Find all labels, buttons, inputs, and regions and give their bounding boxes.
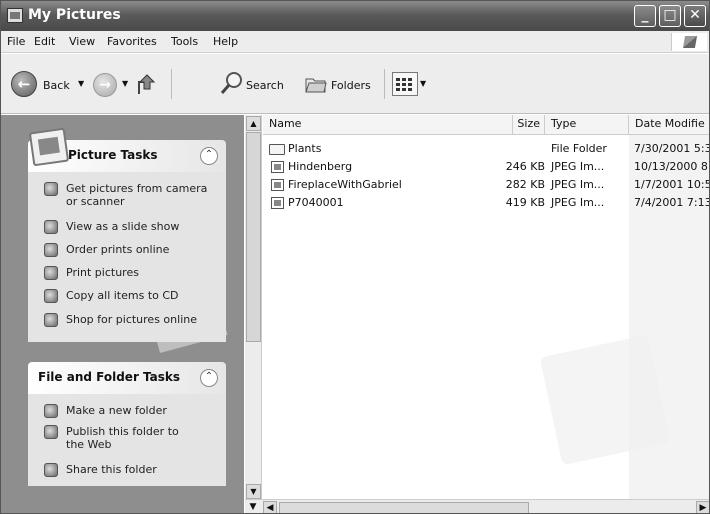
collapse-chevron-icon[interactable]: ⌃ bbox=[200, 369, 218, 387]
camera-icon bbox=[44, 182, 58, 196]
task-label: Shop for pictures online bbox=[66, 313, 197, 326]
menu-bar: File Edit View Favorites Tools Help bbox=[1, 31, 709, 53]
menu-edit[interactable]: Edit bbox=[34, 35, 55, 48]
column-header-size[interactable]: Size bbox=[513, 115, 545, 135]
scroll-down-icon[interactable]: ▼ bbox=[246, 484, 261, 499]
minimize-button[interactable]: _ bbox=[634, 5, 656, 27]
task-label: Make a new folder bbox=[66, 404, 167, 417]
item-type: JPEG Im... bbox=[551, 178, 605, 191]
task-pane: Picture Tasks ⌃ Get pictures from camera… bbox=[1, 115, 244, 513]
picture-tasks-panel: Get pictures from camera or scanner View… bbox=[28, 172, 226, 342]
folders-icon[interactable] bbox=[305, 74, 327, 94]
menu-help[interactable]: Help bbox=[213, 35, 238, 48]
item-name: FireplaceWithGabriel bbox=[288, 178, 402, 191]
task-label: Publish this folder to the Web bbox=[66, 425, 179, 451]
views-icon[interactable] bbox=[392, 72, 418, 96]
column-header-name[interactable]: Name bbox=[263, 115, 513, 135]
globe-icon bbox=[44, 425, 58, 439]
item-date: 10/13/2000 8 bbox=[634, 160, 708, 173]
picture-tasks-title: Picture Tasks bbox=[68, 148, 158, 162]
task-label: Share this folder bbox=[66, 463, 157, 476]
list-item[interactable]: FireplaceWithGabriel 282 KB JPEG Im... 1… bbox=[263, 178, 710, 193]
search-button-label[interactable]: Search bbox=[246, 79, 284, 92]
item-type: File Folder bbox=[551, 142, 607, 155]
scroll-right-icon[interactable]: ▶ bbox=[696, 501, 709, 513]
column-header-type[interactable]: Type bbox=[545, 115, 629, 135]
folder-icon bbox=[269, 144, 285, 155]
column-header-date[interactable]: Date Modifie bbox=[629, 115, 709, 135]
picture-tasks-header[interactable]: Picture Tasks ⌃ bbox=[28, 127, 226, 172]
toolbar: ← Back ▼ → ▼ Search Folders ▼ bbox=[1, 54, 709, 114]
windows-logo-icon bbox=[671, 33, 707, 51]
order-prints-icon bbox=[44, 243, 58, 257]
file-folder-tasks-title: File and Folder Tasks bbox=[38, 370, 181, 384]
item-name: Hindenberg bbox=[288, 160, 353, 173]
search-icon[interactable] bbox=[220, 71, 244, 95]
menu-tools[interactable]: Tools bbox=[171, 35, 198, 48]
item-name: P7040001 bbox=[288, 196, 344, 209]
forward-dropdown-icon[interactable]: ▼ bbox=[122, 79, 128, 88]
jpeg-file-icon bbox=[271, 179, 284, 191]
close-button[interactable]: ✕ bbox=[684, 5, 706, 27]
title-bar[interactable]: My Pictures _ □ ✕ bbox=[1, 1, 709, 31]
jpeg-file-icon bbox=[271, 197, 284, 209]
item-size: 419 KB bbox=[505, 196, 545, 209]
menu-file[interactable]: File bbox=[7, 35, 25, 48]
picture-tasks-icon bbox=[28, 127, 70, 167]
folders-button-label[interactable]: Folders bbox=[331, 79, 371, 92]
folder-up-icon[interactable] bbox=[136, 72, 158, 96]
item-type: JPEG Im... bbox=[551, 196, 605, 209]
task-label: Order prints online bbox=[66, 243, 170, 256]
item-size: 246 KB bbox=[505, 160, 545, 173]
list-item[interactable]: Hindenberg 246 KB JPEG Im... 10/13/2000 … bbox=[263, 160, 709, 175]
cd-icon bbox=[44, 289, 58, 303]
scroll-thumb[interactable] bbox=[246, 132, 261, 342]
slideshow-icon bbox=[44, 220, 58, 234]
menu-favorites[interactable]: Favorites bbox=[107, 35, 157, 48]
horizontal-scrollbar[interactable]: ▼ ◀ ▶ bbox=[245, 499, 709, 513]
item-size: 282 KB bbox=[505, 178, 545, 191]
item-type: JPEG Im... bbox=[551, 160, 605, 173]
forward-arrow-icon[interactable]: → bbox=[93, 73, 117, 97]
task-label: Get pictures from camera or scanner bbox=[66, 182, 208, 208]
file-list-view[interactable]: ▲ ▼ Name Size Type Date Modifie Plants F… bbox=[245, 115, 710, 513]
file-folder-tasks-panel: Make a new folder Publish this folder to… bbox=[28, 394, 226, 486]
task-label: View as a slide show bbox=[66, 220, 180, 233]
maximize-button[interactable]: □ bbox=[659, 5, 681, 27]
menu-view[interactable]: View bbox=[69, 35, 95, 48]
share-folder-icon bbox=[44, 463, 58, 477]
window-title: My Pictures bbox=[28, 7, 121, 23]
toolbar-separator bbox=[384, 69, 385, 99]
item-name: Plants bbox=[288, 142, 322, 155]
list-item[interactable]: P7040001 419 KB JPEG Im... 7/4/2001 7:13 bbox=[263, 196, 710, 211]
my-pictures-icon bbox=[7, 8, 23, 23]
shop-icon bbox=[44, 313, 58, 327]
collapse-chevron-icon[interactable]: ⌃ bbox=[200, 147, 218, 165]
file-folder-tasks-header[interactable]: File and Folder Tasks ⌃ bbox=[28, 362, 226, 394]
printer-icon bbox=[44, 266, 58, 280]
task-label: Copy all items to CD bbox=[66, 289, 179, 302]
item-date: 7/4/2001 7:13 bbox=[634, 196, 710, 209]
toolbar-separator bbox=[171, 69, 172, 99]
new-folder-icon bbox=[44, 404, 58, 418]
item-date: 7/30/2001 5:3 bbox=[634, 142, 710, 155]
jpeg-file-icon bbox=[271, 161, 284, 173]
watermark-picture-icon bbox=[539, 334, 671, 466]
scroll-left-icon[interactable]: ◀ bbox=[263, 501, 277, 513]
views-dropdown-icon[interactable]: ▼ bbox=[420, 79, 426, 88]
back-dropdown-icon[interactable]: ▼ bbox=[78, 79, 84, 88]
task-label: Print pictures bbox=[66, 266, 139, 279]
scroll-up-icon[interactable]: ▲ bbox=[246, 116, 261, 131]
chevron-down-icon[interactable]: ▼ bbox=[246, 501, 260, 513]
explorer-window: My Pictures _ □ ✕ File Edit View Favorit… bbox=[0, 0, 710, 514]
back-arrow-icon[interactable]: ← bbox=[11, 71, 37, 97]
back-button-label[interactable]: Back bbox=[43, 79, 70, 92]
item-date: 1/7/2001 10:5 bbox=[634, 178, 710, 191]
list-item[interactable]: Plants File Folder 7/30/2001 5:3 bbox=[263, 142, 710, 157]
vertical-scrollbar[interactable]: ▲ ▼ bbox=[245, 115, 262, 499]
scroll-thumb[interactable] bbox=[279, 502, 529, 513]
